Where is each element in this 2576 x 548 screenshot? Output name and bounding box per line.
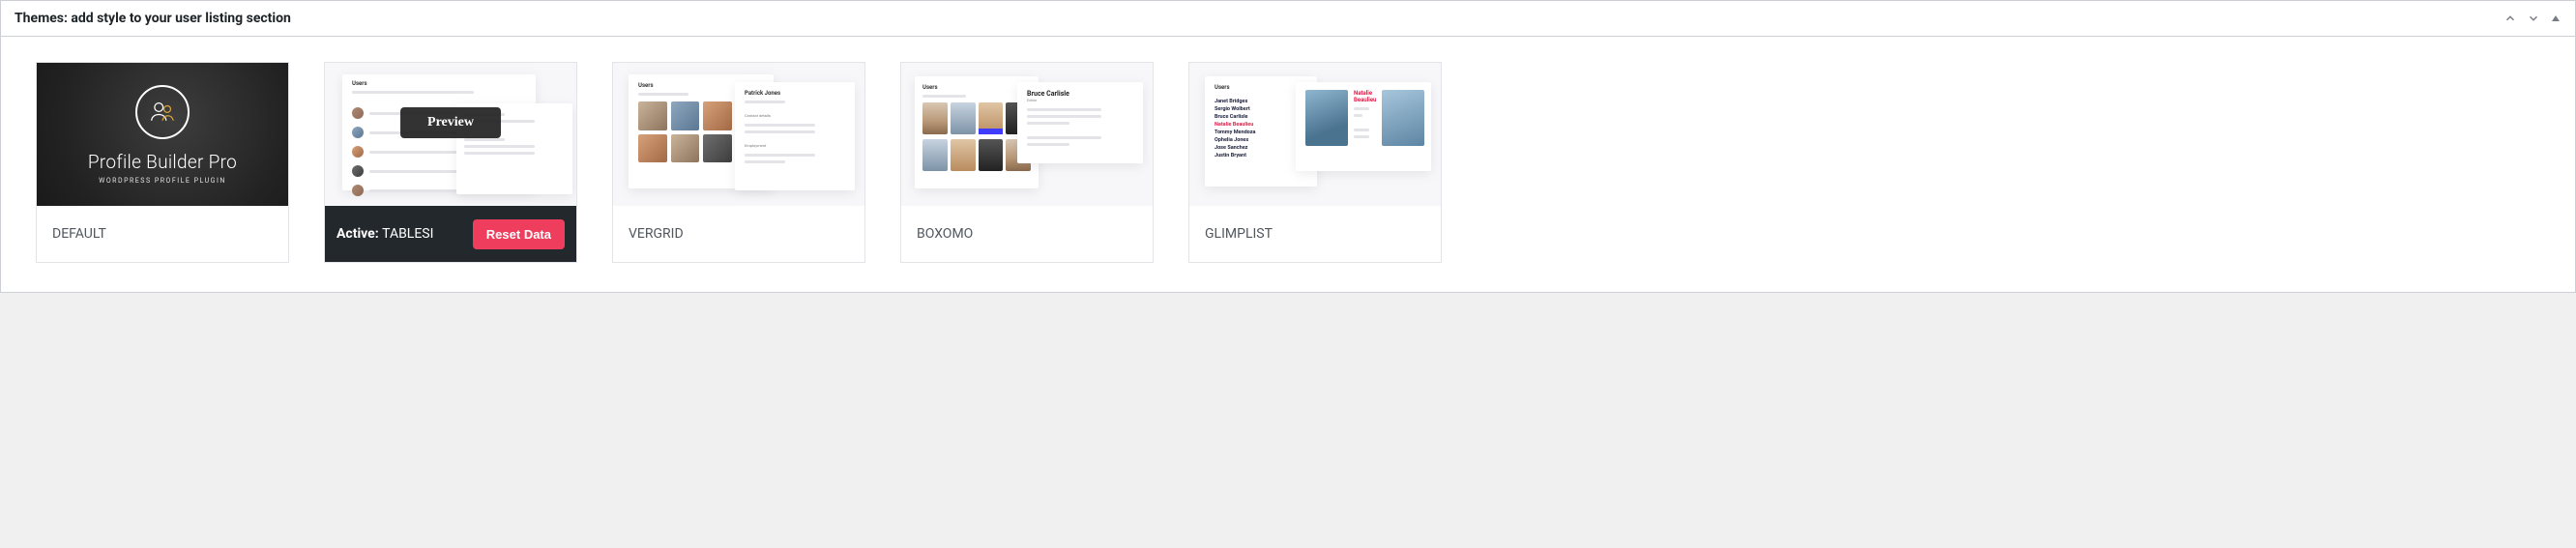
themes-panel: Themes: add style to your user listing s… (0, 0, 2576, 293)
theme-preview-default: Profile Builder Pro WORDPRESS PROFILE PL… (37, 63, 288, 206)
theme-footer-tablesi: Active: TABLESI Reset Data (325, 206, 576, 262)
mock-name: Ophelia Jones (1215, 137, 1307, 143)
mock-profile-name: Patrick Jones (745, 90, 845, 97)
mock-name: Janet Bridges (1215, 99, 1307, 104)
theme-name-boxomo: BOXOMO (901, 206, 1153, 262)
panel-header: Themes: add style to your user listing s… (1, 1, 2575, 37)
collapse-icon[interactable] (2550, 13, 2561, 24)
mock-name: Natalie Beaulieu (1215, 122, 1307, 128)
brand-subtitle: WORDPRESS PROFILE PLUGIN (99, 177, 226, 185)
theme-card-tablesi[interactable]: Users (324, 62, 577, 263)
mock-name: Bruce Carlisle (1215, 114, 1307, 120)
mock-heading: Users (922, 84, 1031, 91)
mock-name: Tommy Mendoza (1215, 130, 1307, 135)
theme-name-default: DEFAULT (37, 206, 288, 262)
active-status: Active: TABLESI (337, 226, 433, 242)
theme-preview-boxomo: Users Bruce Carlisle Editor (901, 63, 1153, 206)
mock-sheet: Bruce Carlisle Editor (1017, 82, 1143, 163)
mock-name: Sergio Wolbert (1215, 106, 1307, 112)
mock-profile-name: Natalie Beaulieu (1354, 90, 1376, 103)
chevron-up-icon[interactable] (2503, 12, 2517, 25)
theme-preview-tablesi: Users (325, 63, 576, 206)
theme-card-default[interactable]: Profile Builder Pro WORDPRESS PROFILE PL… (36, 62, 289, 263)
brand-title: Profile Builder Pro (88, 151, 237, 173)
panel-title: Themes: add style to your user listing s… (15, 11, 291, 26)
status-prefix: Active: (337, 226, 382, 242)
users-icon (135, 85, 190, 139)
theme-name-vergrid: VERGRID (613, 206, 864, 262)
reset-data-button[interactable]: Reset Data (473, 219, 565, 249)
mock-sheet: Patrick Jones Contact details Employment (735, 82, 855, 190)
theme-preview-vergrid: Users Patrick Jones Contact details Em (613, 63, 864, 206)
mock-profile-name: Bruce Carlisle (1027, 90, 1133, 98)
theme-card-vergrid[interactable]: Users Patrick Jones Contact details Em (612, 62, 865, 263)
chevron-down-icon[interactable] (2527, 12, 2540, 25)
theme-name-glimplist: GLIMPLIST (1189, 206, 1441, 262)
mock-name: Justin Bryant (1215, 153, 1307, 159)
theme-card-glimplist[interactable]: Users Janet Bridges Sergio Wolbert Bruce… (1188, 62, 1442, 263)
theme-card-boxomo[interactable]: Users Bruce Carlisle Editor (900, 62, 1154, 263)
mock-name: Jose Sanchez (1215, 145, 1307, 151)
theme-preview-glimplist: Users Janet Bridges Sergio Wolbert Bruce… (1189, 63, 1441, 206)
preview-badge[interactable]: Preview (400, 107, 501, 138)
panel-body: Profile Builder Pro WORDPRESS PROFILE PL… (1, 37, 2575, 292)
mock-sheet: Natalie Beaulieu (1296, 82, 1431, 171)
status-name: TABLESI (382, 226, 433, 242)
mock-heading: Users (1215, 84, 1307, 91)
panel-controls (2503, 12, 2561, 25)
